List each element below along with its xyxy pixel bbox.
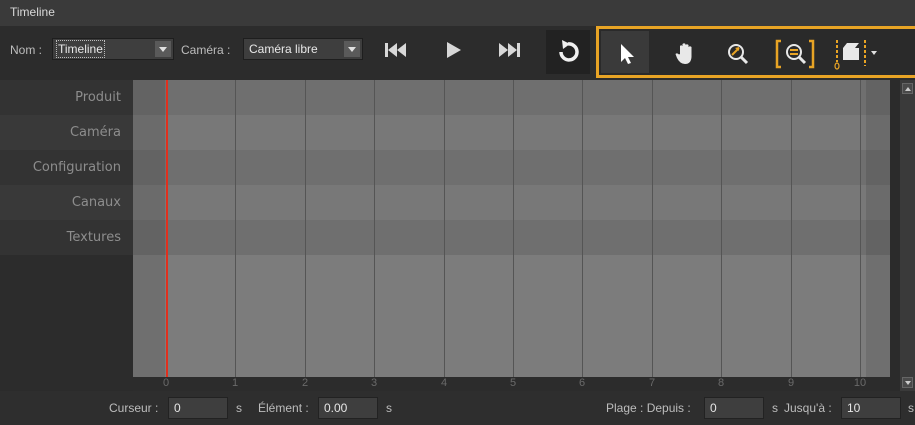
range-from-unit: s (772, 401, 778, 415)
timeline-grid[interactable] (133, 80, 890, 377)
loop-button[interactable] (546, 30, 590, 74)
gridline (582, 80, 583, 377)
skip-back-icon (385, 43, 406, 57)
ruler-tick-label: 9 (787, 377, 795, 389)
track-label-produit[interactable]: Produit (0, 80, 133, 115)
track-list: Produit Caméra Configuration Canaux Text… (0, 80, 133, 390)
range-to-label: Jusqu'à : (784, 401, 832, 415)
select-tool-button[interactable] (613, 39, 643, 69)
range-from-field[interactable]: 0 (704, 397, 764, 419)
element-unit: s (386, 401, 392, 415)
grid-left-margin (133, 80, 165, 377)
gridline (305, 80, 306, 377)
camera-dropdown-value: Caméra libre (249, 42, 318, 56)
gridline (791, 80, 792, 377)
range-to-field[interactable]: 10 (841, 397, 901, 419)
ruler-tick-label: 8 (717, 377, 725, 389)
gridline (652, 80, 653, 377)
ruler-tick-label: 4 (440, 377, 448, 389)
panel-title: Timeline (10, 5, 55, 19)
ruler-tick-label: 2 (301, 377, 309, 389)
name-dropdown-value: Timeline (56, 40, 105, 58)
ruler-tick-label: 5 (509, 377, 517, 389)
track-row-produit (133, 80, 890, 115)
pan-hand-icon (675, 43, 692, 64)
play-button[interactable] (439, 35, 469, 65)
ruler-tick-label: 6 (578, 377, 586, 389)
go-to-end-button[interactable] (494, 35, 524, 65)
keyframe-camera-icon (834, 40, 877, 70)
range-to-unit: s (908, 401, 914, 415)
track-row-configuration (133, 150, 890, 185)
ruler-tick-label: 3 (370, 377, 378, 389)
chevron-down-icon (344, 41, 360, 57)
loop-icon (559, 40, 579, 62)
camera-label: Caméra : (181, 43, 231, 57)
cursor-unit: s (236, 401, 242, 415)
gridline (513, 80, 514, 377)
cursor-time-field[interactable]: 0 (168, 397, 228, 419)
track-label-textures[interactable]: Textures (0, 220, 133, 255)
cursor-label: Curseur : (109, 401, 159, 415)
range-from-label: Plage : Depuis : (606, 401, 691, 415)
zoom-fit-icon (775, 39, 815, 69)
element-label: Élément : (258, 401, 309, 415)
ruler-tick-label: 7 (648, 377, 656, 389)
zoom-icon (728, 44, 749, 65)
scroll-up-button[interactable] (902, 83, 913, 94)
grid-right-margin (866, 80, 890, 377)
scroll-down-button[interactable] (902, 377, 913, 388)
ruler-tick-label: 1 (231, 377, 239, 389)
camera-dropdown[interactable]: Caméra libre (243, 38, 363, 60)
track-label-canaux[interactable]: Canaux (0, 185, 133, 220)
go-to-start-button[interactable] (381, 35, 411, 65)
track-row-canaux (133, 185, 890, 220)
track-label-configuration[interactable]: Configuration (0, 150, 133, 185)
play-icon (447, 42, 461, 58)
time-ruler[interactable]: 0 1 2 3 4 5 6 7 8 9 10 (133, 377, 890, 391)
name-dropdown[interactable]: Timeline (52, 38, 174, 60)
select-arrow-icon (621, 44, 634, 64)
element-time-field[interactable]: 0.00 (318, 397, 378, 419)
time-cursor-line[interactable] (166, 80, 168, 377)
track-label-camera[interactable]: Caméra (0, 115, 133, 150)
track-row-textures (133, 220, 890, 255)
ruler-tick-label: 0 (162, 377, 170, 389)
gridline (721, 80, 722, 377)
gridline (860, 80, 861, 377)
ruler-tick-label: 10 (853, 377, 867, 389)
zoom-tool-button[interactable] (723, 39, 753, 69)
skip-forward-icon (499, 43, 520, 57)
status-bar: Curseur : 0 s Élément : 0.00 s Plage : D… (0, 391, 915, 425)
name-label: Nom : (10, 43, 43, 57)
tools-group (596, 26, 915, 78)
panel-title-bar: Timeline (0, 0, 915, 26)
gridline (444, 80, 445, 377)
vertical-scrollbar[interactable] (900, 80, 915, 391)
pan-tool-button[interactable] (671, 39, 701, 69)
track-row-camera (133, 115, 890, 150)
chevron-down-icon (155, 41, 171, 57)
gridline (235, 80, 236, 377)
gridline (374, 80, 375, 377)
zoom-fit-tool-button[interactable] (775, 38, 815, 69)
keyframe-tool-button[interactable] (831, 38, 879, 70)
